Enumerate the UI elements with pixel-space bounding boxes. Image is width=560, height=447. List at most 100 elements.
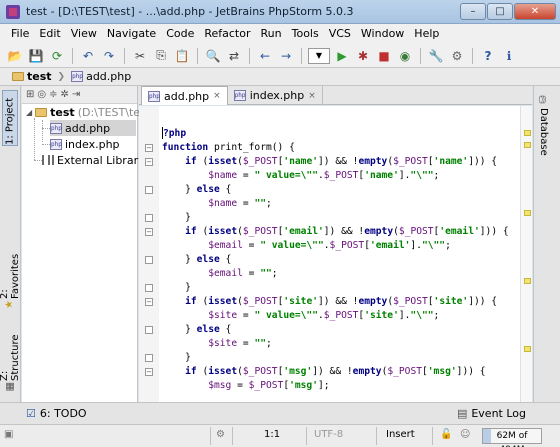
menu-navigate[interactable]: Navigate xyxy=(102,24,161,44)
warning-marker[interactable] xyxy=(524,278,531,284)
replace-icon[interactable]: ⇄ xyxy=(225,47,243,65)
coverage-icon[interactable]: ◉ xyxy=(396,47,414,65)
menu-refactor[interactable]: Refactor xyxy=(199,24,255,44)
tree-item-add-php[interactable]: php add.php xyxy=(50,120,136,136)
info-icon[interactable]: ℹ xyxy=(500,47,518,65)
close-tab-icon[interactable]: × xyxy=(213,91,221,101)
code-token: ; xyxy=(433,310,440,321)
tree-item-root[interactable]: ◢ test (D:\TEST\test) xyxy=(26,104,154,120)
code-token: ])) { xyxy=(468,296,498,307)
maximize-button[interactable]: □ xyxy=(487,3,513,20)
plugin-icon[interactable]: ⚙ xyxy=(448,47,466,65)
settings-icon[interactable]: ⚙ xyxy=(216,429,225,440)
warning-marker[interactable] xyxy=(524,142,531,148)
paste-icon[interactable]: 📋 xyxy=(173,47,191,65)
undo-icon[interactable]: ↶ xyxy=(79,47,97,65)
fold-marker-icon[interactable] xyxy=(145,256,153,264)
fold-marker-icon[interactable]: − xyxy=(145,144,153,152)
tool-windows-icon[interactable]: ▣ xyxy=(4,429,13,440)
lock-icon[interactable]: 🔓 xyxy=(440,429,452,440)
scroll-from-source-icon[interactable]: ◎ xyxy=(37,89,46,100)
error-stripe xyxy=(520,106,532,402)
code-token: ; xyxy=(445,240,451,251)
breadcrumb-project[interactable]: test xyxy=(12,70,52,83)
fold-marker-icon[interactable] xyxy=(145,326,153,334)
fold-marker-icon[interactable] xyxy=(145,186,153,194)
minimize-button[interactable]: – xyxy=(460,3,486,20)
fold-marker-icon[interactable] xyxy=(145,354,153,362)
event-log-icon: ▤ xyxy=(456,407,468,420)
tab-add-php[interactable]: php add.php × xyxy=(141,86,228,105)
php-file-icon: php xyxy=(71,71,84,82)
tool-tab-event-log[interactable]: ▤ Event Log xyxy=(457,407,526,420)
warning-marker[interactable] xyxy=(524,346,531,352)
tool-tab-favorites[interactable]: ★ 2: Favorites xyxy=(0,246,21,310)
tree-item-label: index.php xyxy=(65,137,120,151)
project-view-icon[interactable]: ⊞ xyxy=(26,89,34,100)
tree-item-external-libraries[interactable]: External Libraries xyxy=(42,152,154,168)
fold-marker-icon[interactable] xyxy=(145,214,153,222)
inspector-icon[interactable]: ☺ xyxy=(460,429,470,440)
menu-help[interactable]: Help xyxy=(409,24,444,44)
back-icon[interactable]: ← xyxy=(256,47,274,65)
warning-marker[interactable] xyxy=(524,130,531,136)
tool-tab-database[interactable]: ⛁ Database xyxy=(538,94,549,156)
menu-tools[interactable]: Tools xyxy=(287,24,324,44)
fold-marker-icon[interactable]: − xyxy=(145,368,153,376)
fold-marker-icon[interactable]: − xyxy=(145,228,153,236)
menu-code[interactable]: Code xyxy=(161,24,199,44)
menu-edit[interactable]: Edit xyxy=(34,24,65,44)
fold-marker-icon[interactable]: − xyxy=(145,158,153,166)
file-encoding[interactable]: UTF-8 xyxy=(314,429,343,440)
php-file-icon: php xyxy=(233,90,246,101)
copy-icon[interactable]: ⎘ xyxy=(152,47,170,65)
open-icon[interactable]: 📂 xyxy=(6,47,24,65)
caret-position[interactable]: 1:1 xyxy=(264,429,280,440)
tree-item-index-php[interactable]: php index.php xyxy=(50,136,120,152)
breadcrumb-file[interactable]: php add.php xyxy=(71,70,131,83)
close-window-button[interactable]: ✕ xyxy=(514,3,556,20)
run-config-combo[interactable]: ▼ xyxy=(308,47,330,64)
warning-marker[interactable] xyxy=(524,210,531,216)
save-icon[interactable]: 💾 xyxy=(27,47,45,65)
menu-window[interactable]: Window xyxy=(356,24,409,44)
folder-icon xyxy=(35,107,48,117)
stop-icon[interactable]: ■ xyxy=(375,47,393,65)
cut-icon[interactable]: ✂ xyxy=(131,47,149,65)
menu-vcs[interactable]: VCS xyxy=(324,24,356,44)
run-icon[interactable]: ▶ xyxy=(333,47,351,65)
collapse-all-icon[interactable]: ≑ xyxy=(49,89,57,100)
tool-tab-project[interactable]: 1: Project xyxy=(2,90,18,146)
fold-marker-icon[interactable]: − xyxy=(145,298,153,306)
tool-tab-structure[interactable]: ▦ Z: Structure xyxy=(0,324,21,392)
code-editor[interactable]: ?php function print_form() { if (isset($… xyxy=(159,106,520,402)
hide-panel-icon[interactable]: ⇥ xyxy=(72,89,80,100)
memory-indicator[interactable]: 62M of 494M xyxy=(482,428,542,447)
settings-icon[interactable]: 🔧 xyxy=(427,47,445,65)
panel-settings-icon[interactable]: ✲ xyxy=(61,89,69,100)
redo-icon[interactable]: ↷ xyxy=(100,47,118,65)
tool-tab-todo[interactable]: ☑ 6: TODO xyxy=(26,407,87,420)
help-icon[interactable]: ? xyxy=(479,47,497,65)
close-tab-icon[interactable]: × xyxy=(308,91,316,101)
sync-icon[interactable]: ⟳ xyxy=(48,47,66,65)
fold-marker-icon[interactable] xyxy=(145,284,153,292)
find-icon[interactable]: 🔍 xyxy=(204,47,222,65)
code-token: isset xyxy=(208,226,238,237)
tool-tab-structure-label: Z: Structure xyxy=(0,334,21,381)
menu-run[interactable]: Run xyxy=(256,24,287,44)
tab-index-php[interactable]: php index.php × xyxy=(228,86,323,105)
menu-file[interactable]: File xyxy=(6,24,34,44)
debug-icon[interactable]: ✱ xyxy=(354,47,372,65)
insert-mode[interactable]: Insert xyxy=(386,429,415,440)
code-line: } else { xyxy=(162,253,231,267)
project-panel: ⊞ ◎ ≑ ✲ ⇥ ◢ test (D:\TEST\test) php add.… xyxy=(22,86,154,402)
status-divider xyxy=(376,427,377,445)
menu-view[interactable]: View xyxy=(66,24,102,44)
code-token: empty xyxy=(358,296,388,307)
code-token: = xyxy=(237,310,255,321)
forward-icon[interactable]: → xyxy=(277,47,295,65)
